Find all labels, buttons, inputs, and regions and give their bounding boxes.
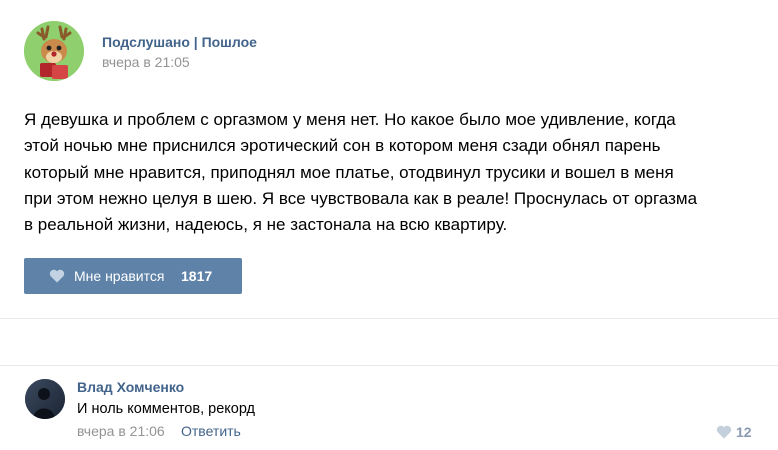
user-photo-avatar	[25, 379, 65, 419]
like-button[interactable]: Мне нравится 1817	[24, 258, 242, 294]
like-count: 1817	[181, 268, 213, 284]
divider	[0, 365, 778, 366]
post-text: Я девушка и проблем с оргазмом у меня не…	[24, 107, 754, 238]
divider	[0, 318, 778, 319]
comment-author-link[interactable]: Влад Хомченко	[77, 379, 184, 395]
heart-icon	[716, 425, 732, 444]
post-text-line: Я девушка и проблем с оргазмом у меня не…	[24, 110, 676, 129]
post-text-line: в реальной жизни, надеюсь, я не застонал…	[24, 215, 508, 235]
group-name-link[interactable]: Подслушано | Пошлое	[102, 34, 257, 50]
post-text-line: при этом нежно целуя в шею. Я все чувств…	[24, 188, 698, 208]
comment-text: И ноль комментов, рекорд	[77, 401, 256, 417]
commenter-avatar[interactable]	[25, 379, 65, 419]
comment-like-count: 12	[736, 424, 752, 440]
group-avatar[interactable]	[24, 21, 84, 81]
like-label: Мне нравится	[74, 268, 165, 284]
post-timestamp[interactable]: вчера в 21:05	[102, 54, 190, 70]
deer-avatar-icon	[24, 21, 84, 81]
comment-timestamp[interactable]: вчера в 21:06	[77, 423, 165, 439]
heart-icon	[49, 269, 65, 288]
post-text-line: который мне нравится, приподнял мое плат…	[24, 162, 674, 182]
reply-link[interactable]: Ответить	[181, 423, 241, 439]
post-text-line: этой ночью мне приснился эротический сон…	[24, 136, 661, 156]
